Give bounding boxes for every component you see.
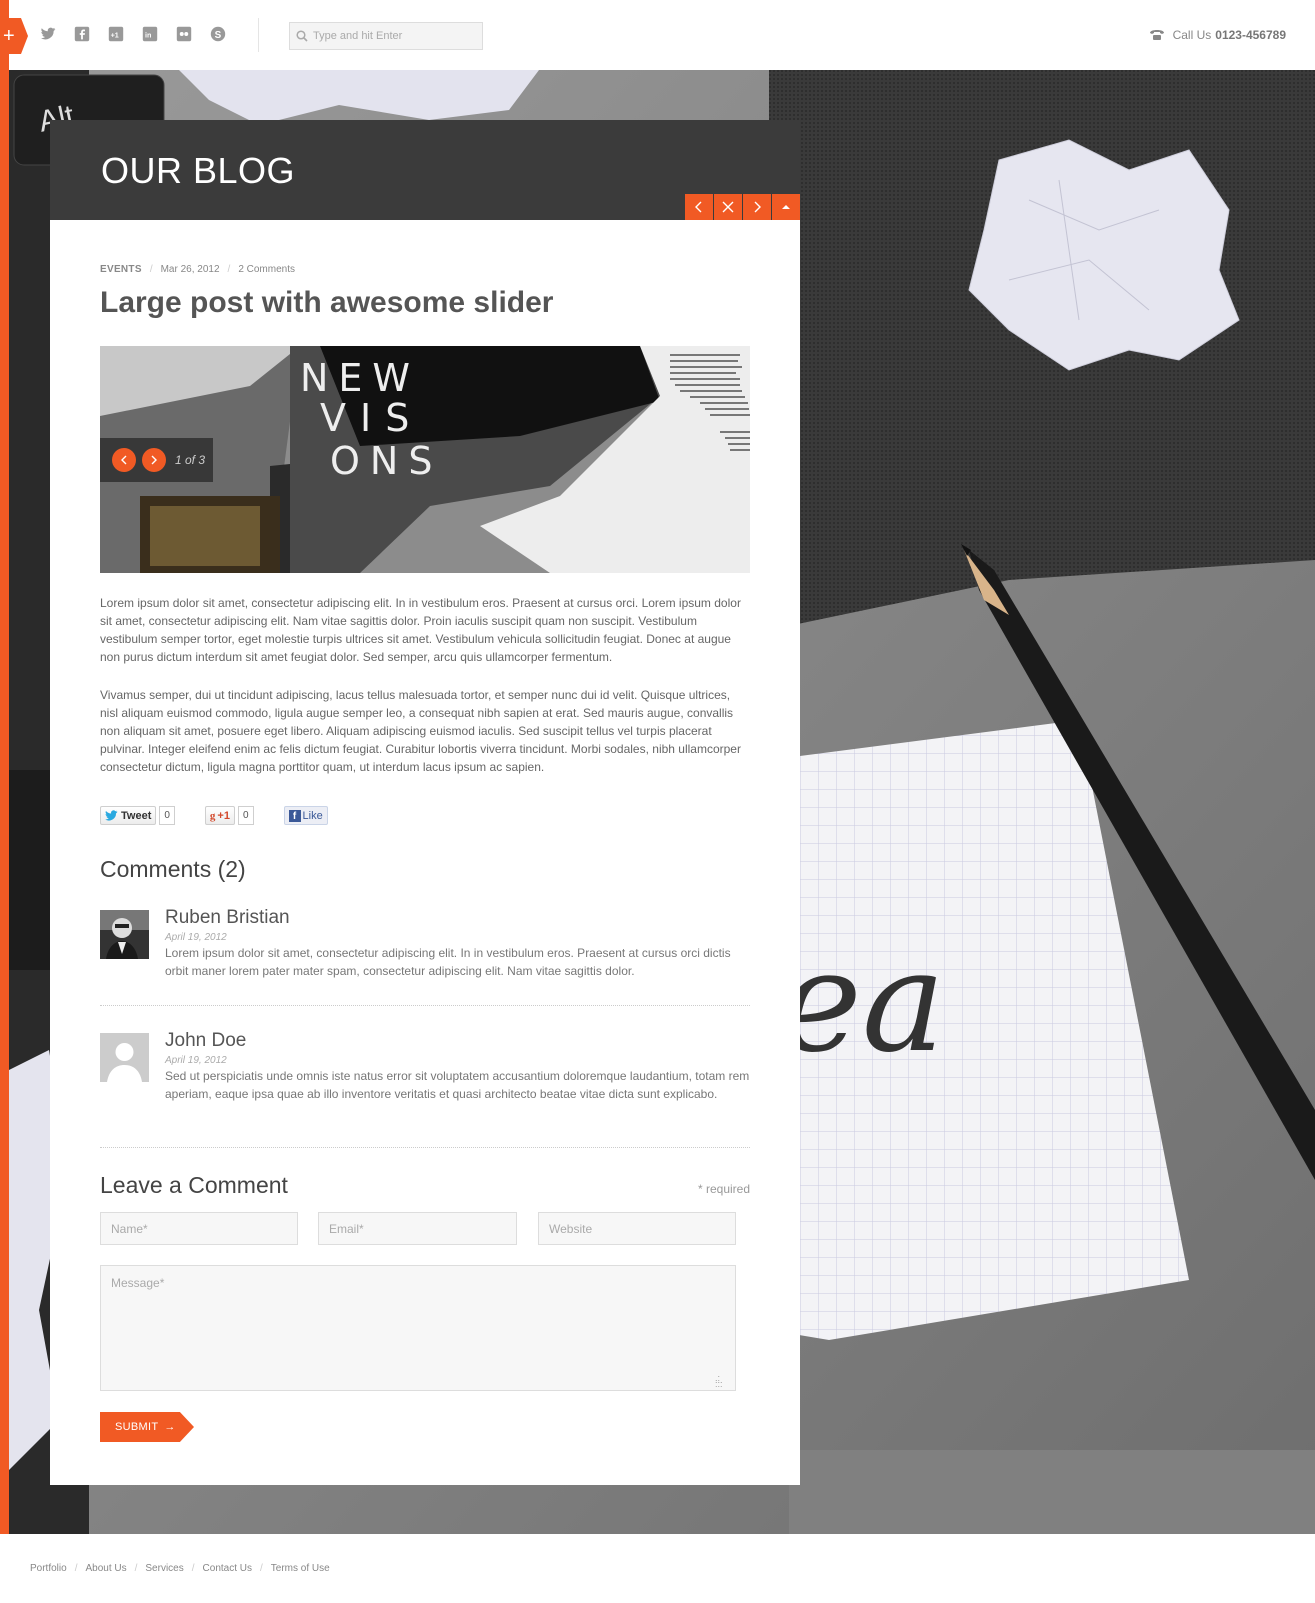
resize-handle-icon[interactable]: .::::	[715, 1374, 727, 1389]
slider-counter: 1 of 3	[175, 453, 206, 467]
arrow-right-icon: →	[164, 1421, 176, 1433]
post-meta: EVENTS / Mar 26, 2012 / 2 Comments	[100, 264, 295, 275]
post-date: Mar 26, 2012	[160, 264, 220, 275]
required-note: * required	[697, 1182, 750, 1196]
facebook-icon[interactable]	[72, 24, 92, 44]
slide-text-line3: ONS	[330, 439, 442, 483]
google-plus-count: 0	[237, 806, 254, 825]
svg-text:+1: +1	[111, 31, 119, 40]
slider-prev-button[interactable]	[112, 448, 136, 472]
comment-text: Sed ut perspiciatis unde omnis iste natu…	[165, 1069, 750, 1101]
search-icon	[296, 30, 308, 42]
svg-text:in: in	[145, 31, 151, 40]
message-field[interactable]	[100, 1265, 736, 1391]
twitter-icon	[105, 810, 118, 821]
avatar	[100, 1033, 149, 1082]
phone-icon	[1149, 29, 1165, 41]
post-comments-link[interactable]: 2 Comments	[238, 264, 295, 275]
twitter-icon[interactable]	[38, 24, 58, 44]
footer-link-terms[interactable]: Terms of Use	[271, 1563, 330, 1574]
divider	[258, 18, 259, 52]
submit-button[interactable]: SUBMIT →	[100, 1412, 194, 1442]
google-plus-label: +1	[217, 809, 230, 822]
post-paragraph: Lorem ipsum dolor sit amet, consectetur …	[100, 596, 741, 664]
post-paragraph: Vivamus semper, dui ut tincidunt adipisc…	[100, 688, 741, 774]
post-title[interactable]: Large post with awesome slider	[100, 286, 553, 320]
svg-text:S: S	[215, 30, 222, 41]
slide-text-line1: NEW	[300, 356, 420, 400]
note-handwriting: ea	[779, 921, 945, 1084]
image-slider[interactable]: NEW VIS ONS 1 of 3	[100, 346, 750, 573]
panel-controls	[684, 194, 800, 220]
close-icon[interactable]	[714, 194, 742, 220]
google-plus-icon[interactable]: +1	[106, 24, 126, 44]
blog-header: OUR BLOG	[50, 120, 800, 220]
call-us: Call Us 0123-456789	[1149, 28, 1286, 42]
search-box[interactable]	[289, 22, 483, 50]
footer-link-contact[interactable]: Contact Us	[203, 1563, 252, 1574]
post-category-link[interactable]: EVENTS	[100, 264, 142, 275]
leave-comment-heading: Leave a Comment	[100, 1172, 288, 1198]
google-plus-button[interactable]: g +1	[204, 806, 235, 825]
footer-link-portfolio[interactable]: Portfolio	[30, 1563, 67, 1574]
top-bar: +1 in S Call Us 0123-456789	[0, 0, 1315, 70]
comment-text: Lorem ipsum dolor sit amet, consectetur …	[165, 946, 731, 978]
slider-next-button[interactable]	[142, 448, 166, 472]
call-us-label: Call Us	[1172, 28, 1212, 42]
footer: Portfolio / About Us / Services / Contac…	[0, 1534, 1315, 1603]
comment-date: April 19, 2012	[165, 1055, 227, 1066]
tweet-label: Tweet	[121, 809, 152, 822]
footer-link-about[interactable]: About Us	[85, 1563, 126, 1574]
facebook-like-button[interactable]: f Like	[283, 806, 328, 825]
like-label: Like	[302, 809, 323, 822]
footer-nav: Portfolio / About Us / Services / Contac…	[30, 1563, 330, 1574]
skype-icon[interactable]: S	[208, 24, 228, 44]
comment-date: April 19, 2012	[165, 932, 227, 943]
blog-post-panel: EVENTS / Mar 26, 2012 / 2 Comments Large…	[50, 220, 800, 1485]
footer-link-services[interactable]: Services	[145, 1563, 183, 1574]
divider	[100, 1005, 750, 1006]
comments-heading: Comments (2)	[100, 856, 246, 882]
slider-nav: 1 of 3	[100, 438, 213, 482]
social-links: +1 in S	[38, 24, 242, 44]
google-plus-icon: g	[209, 809, 216, 822]
side-accent-strip	[0, 0, 9, 1534]
email-field[interactable]	[318, 1212, 517, 1245]
search-input[interactable]	[313, 30, 478, 42]
scroll-up-icon[interactable]	[772, 194, 800, 220]
slide-text-line2: VIS	[320, 396, 423, 440]
page-title: OUR BLOG	[101, 150, 296, 191]
divider	[100, 1147, 750, 1148]
facebook-icon: f	[288, 809, 301, 822]
comment-author: Ruben Bristian	[165, 907, 290, 928]
phone-number: 0123-456789	[1215, 28, 1286, 42]
next-arrow-icon[interactable]	[743, 194, 771, 220]
linkedin-icon[interactable]: in	[140, 24, 160, 44]
avatar	[100, 910, 149, 959]
name-field[interactable]	[100, 1212, 298, 1245]
tweet-count: 0	[159, 806, 175, 825]
submit-label: SUBMIT	[115, 1421, 159, 1433]
previous-arrow-icon[interactable]	[685, 194, 713, 220]
share-buttons: Tweet 0 g +1 0 f Like	[100, 806, 328, 825]
tweet-button[interactable]: Tweet	[100, 806, 157, 825]
website-field[interactable]	[538, 1212, 736, 1245]
comment-author: John Doe	[165, 1030, 247, 1051]
flickr-icon[interactable]	[174, 24, 194, 44]
